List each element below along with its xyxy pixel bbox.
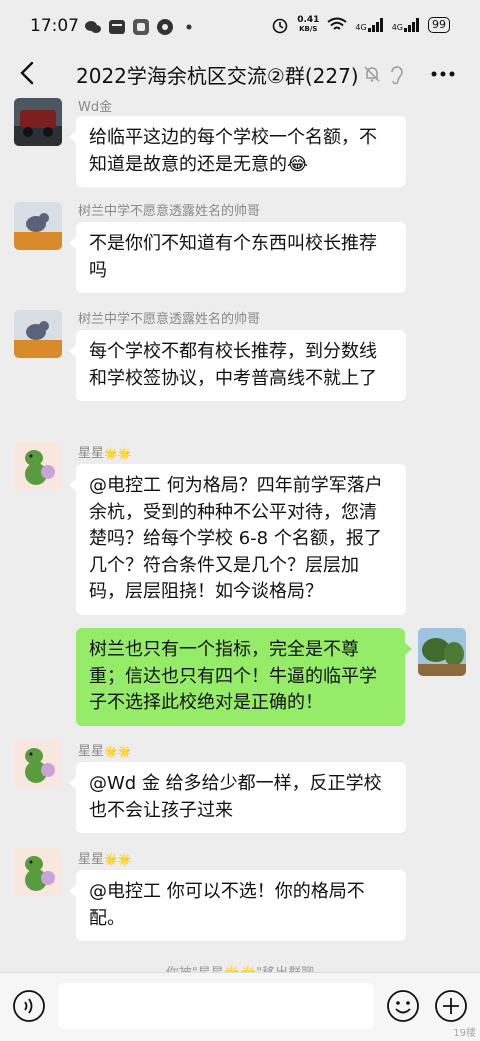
- sender-name: 树兰中学不愿意透露姓名的帅哥: [78, 312, 261, 327]
- message-bubble[interactable]: @电控工 何为格局？四年前学军落户余杭，受到的种种不公平对待，您清楚吗？给每个学…: [69, 464, 406, 615]
- status-time: 17:07: [30, 16, 79, 36]
- net-speed: 0.41 KB/S: [297, 15, 320, 34]
- signal-bars-icon: [367, 18, 383, 32]
- input-bar: 19楼: [0, 972, 480, 1041]
- watermark: 19楼: [453, 1028, 476, 1039]
- avatar-image: [14, 740, 62, 788]
- dot-icon: [186, 24, 192, 30]
- signal-bars-icon: [404, 18, 419, 32]
- avatar[interactable]: [14, 848, 62, 896]
- app-notification-icon: [109, 20, 125, 34]
- voice-icon[interactable]: [12, 989, 46, 1023]
- sender-name: 星星🌟🌟: [78, 852, 132, 867]
- earpiece-icon: [391, 66, 403, 85]
- app-notification-icon-2: [133, 19, 149, 35]
- message-bubble[interactable]: @Wd 金 给多给少都一样，反正学校也不会让孩子过来: [69, 762, 406, 833]
- wifi-icon: [327, 17, 348, 30]
- avatar-image: [14, 202, 62, 250]
- star-emoji-icon: 🌟🌟: [104, 853, 132, 866]
- alarm-icon: [272, 18, 288, 34]
- laughing-emoji-icon: 😂: [287, 153, 309, 175]
- message-input[interactable]: [58, 983, 374, 1029]
- avatar[interactable]: [14, 98, 62, 146]
- status-bar: 17:07 0.41 KB/S 4G 4G 99: [0, 0, 480, 56]
- message-bubble[interactable]: 不是你们不知道有个东西叫校长推荐吗: [69, 222, 406, 293]
- chat-header: 2022学海余杭区交流②群(227): [0, 56, 480, 94]
- chat-title: 2022学海余杭区交流②群(227): [76, 64, 359, 88]
- avatar-image: [418, 628, 466, 676]
- wechat-notification-icon: [85, 21, 101, 33]
- notification-icons: [84, 18, 198, 36]
- avatar[interactable]: [14, 202, 62, 250]
- sender-name: 星星🌟🌟: [78, 446, 132, 461]
- signal-1: 4G: [355, 18, 383, 32]
- system-notice: 你被"星星🌟🌟"移出群聊: [0, 962, 480, 972]
- avatar-image: [14, 98, 62, 146]
- message-bubble-self[interactable]: 树兰也只有一个指标，完全是不尊重；信达也只有四个！牛逼的临平学子不选择此校绝对是…: [76, 628, 412, 726]
- avatar-image: [14, 310, 62, 358]
- mute-bell-icon: [364, 66, 380, 82]
- avatar[interactable]: [14, 740, 62, 788]
- sender-name: Wd金: [78, 100, 113, 115]
- self-avatar[interactable]: [418, 628, 466, 676]
- more-icon[interactable]: [430, 62, 456, 86]
- star-emoji-icon: 🌟🌟: [104, 745, 132, 758]
- sender-name: 星星🌟🌟: [78, 744, 132, 759]
- signal-2: 4G: [392, 18, 420, 32]
- message-bubble[interactable]: 每个学校不都有校长推荐，到分数线和学校签协议，中考普高线不就上了: [69, 330, 406, 401]
- avatar[interactable]: [14, 310, 62, 358]
- back-arrow-icon[interactable]: [14, 58, 42, 88]
- avatar[interactable]: [14, 442, 62, 490]
- message-bubble[interactable]: @电控工 你可以不选！你的格局不配。: [69, 870, 406, 941]
- avatar-image: [14, 442, 62, 490]
- star-emoji-icon: 🌟🌟: [104, 447, 132, 460]
- avatar-image: [14, 848, 62, 896]
- chat-message-list[interactable]: Wd金 给临平这边的每个学校一个名额，不知道是故意的还是无意的😂 树兰中学不愿意…: [0, 94, 480, 972]
- app-notification-icon-3: [157, 19, 173, 35]
- battery-indicator: 99: [428, 17, 450, 33]
- sender-name: 树兰中学不愿意透露姓名的帅哥: [78, 204, 261, 219]
- emoji-icon[interactable]: [386, 989, 420, 1023]
- message-bubble[interactable]: 给临平这边的每个学校一个名额，不知道是故意的还是无意的😂: [69, 116, 406, 187]
- plus-icon[interactable]: [434, 989, 468, 1023]
